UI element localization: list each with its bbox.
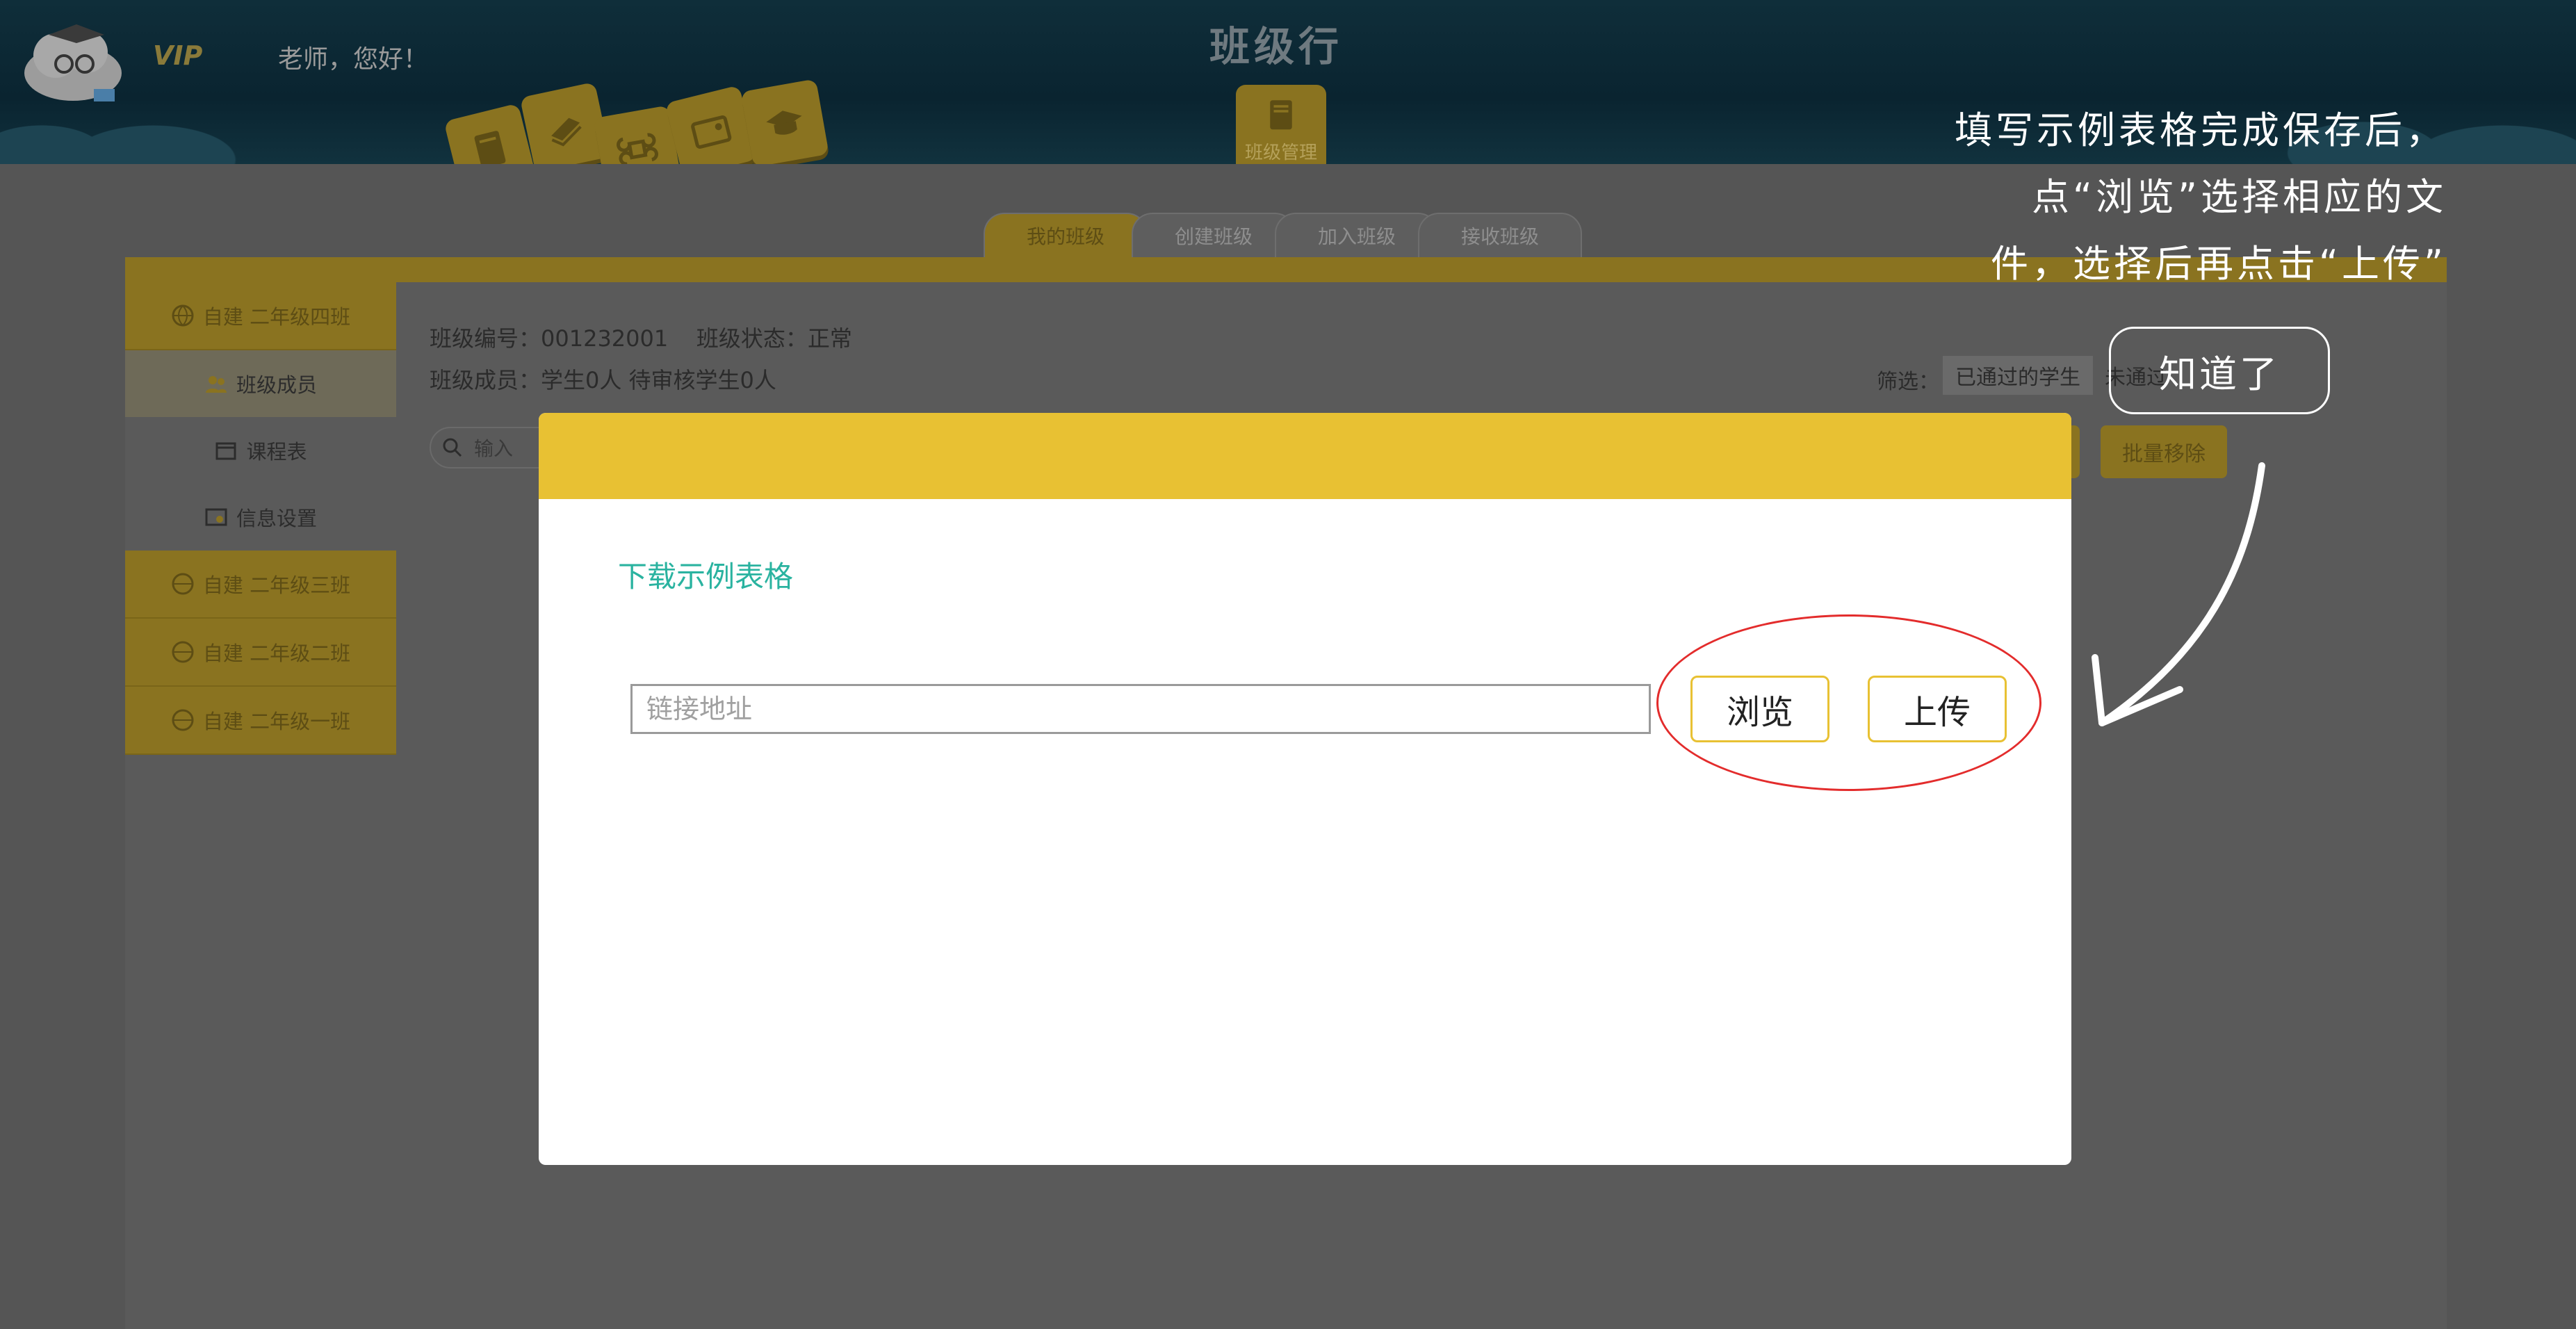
sidebar-class-label: 自建 二年级一班	[202, 710, 351, 733]
sidebar-item-schedule[interactable]: 课程表	[125, 417, 396, 484]
search-icon	[443, 438, 462, 457]
globe-icon	[172, 641, 194, 663]
sidebar-class-grade2-class4[interactable]: 自建 二年级四班	[125, 282, 396, 350]
class-sidebar: 自建 二年级四班 班级成员 课程表 信息设置 自建 二年级三班 自建 二年级二班…	[125, 282, 396, 755]
tab-my-classes[interactable]: 我的班级	[984, 213, 1148, 257]
vip-badge: VIP	[153, 40, 203, 71]
tip-line-2: 点“浏览”选择相应的文	[2032, 175, 2447, 219]
app-title: 班级行	[1209, 23, 1344, 70]
modal-header	[539, 413, 2071, 499]
tip-line-3: 件，选择后再点击“上传”	[1991, 242, 2447, 286]
download-sample-link[interactable]: 下载示例表格	[618, 553, 793, 596]
sidebar-item-members[interactable]: 班级成员	[125, 350, 396, 417]
tab-create-class[interactable]: 创建班级	[1132, 213, 1296, 257]
browse-button[interactable]: 浏览	[1690, 676, 1829, 742]
tip-line-1: 填写示例表格完成保存后，	[1955, 108, 2447, 152]
search-placeholder: 输入	[474, 437, 514, 460]
globe-icon	[172, 709, 194, 731]
nav-tile-graduation[interactable]	[740, 79, 829, 168]
sidebar-class-label: 自建 二年级二班	[202, 642, 351, 665]
filter-label: 筛选：	[1877, 370, 1939, 394]
sidebar-item-label: 信息设置	[236, 507, 317, 530]
filter-passed-students[interactable]: 已通过的学生	[1943, 356, 2093, 395]
sidebar-item-label: 班级成员	[236, 373, 317, 397]
sidebar-class-label: 自建 二年级四班	[202, 305, 351, 329]
tutorial-tip: 填写示例表格完成保存后， 点“浏览”选择相应的文 件，选择后再点击“上传”	[1932, 97, 2447, 297]
class-member-count: 班级成员：学生0人 待审核学生0人	[430, 367, 776, 393]
upload-button[interactable]: 上传	[1868, 676, 2007, 742]
import-modal: 下载示例表格 浏览 上传	[539, 413, 2071, 1165]
tab-receive-class[interactable]: 接收班级	[1418, 213, 1583, 257]
got-it-button[interactable]: 知道了	[2109, 327, 2330, 414]
books-icon	[551, 117, 582, 147]
tip-arrow-icon	[2092, 462, 2265, 726]
sidebar-class-label: 自建 二年级三班	[202, 573, 351, 597]
notebook-icon	[1270, 99, 1292, 129]
tab-join-class[interactable]: 加入班级	[1275, 213, 1440, 257]
nav-tile-class-manage[interactable]: 班级管理	[1236, 85, 1326, 175]
greeting-text: 老师，您好！	[278, 45, 429, 74]
sidebar-class-grade2-class1[interactable]: 自建 二年级一班	[125, 687, 396, 755]
settings-card-icon	[205, 508, 227, 526]
calendar-icon	[215, 442, 236, 460]
users-icon	[205, 376, 227, 393]
class-id-status: 班级编号：001232001 班级状态：正常	[430, 325, 852, 352]
class-manage-label: 班级管理	[1244, 142, 1317, 163]
sidebar-item-label: 课程表	[246, 440, 307, 464]
photo-icon	[691, 115, 732, 149]
link-address-input[interactable]	[630, 684, 1651, 734]
sidebar-class-grade2-class3[interactable]: 自建 二年级三班	[125, 551, 396, 619]
globe-icon	[172, 304, 194, 327]
mascot-logo	[21, 14, 125, 104]
globe-icon	[172, 573, 194, 595]
sidebar-class-grade2-class2[interactable]: 自建 二年级二班	[125, 619, 396, 687]
sidebar-item-info-settings[interactable]: 信息设置	[125, 484, 396, 551]
graduation-cap-icon	[766, 111, 802, 135]
